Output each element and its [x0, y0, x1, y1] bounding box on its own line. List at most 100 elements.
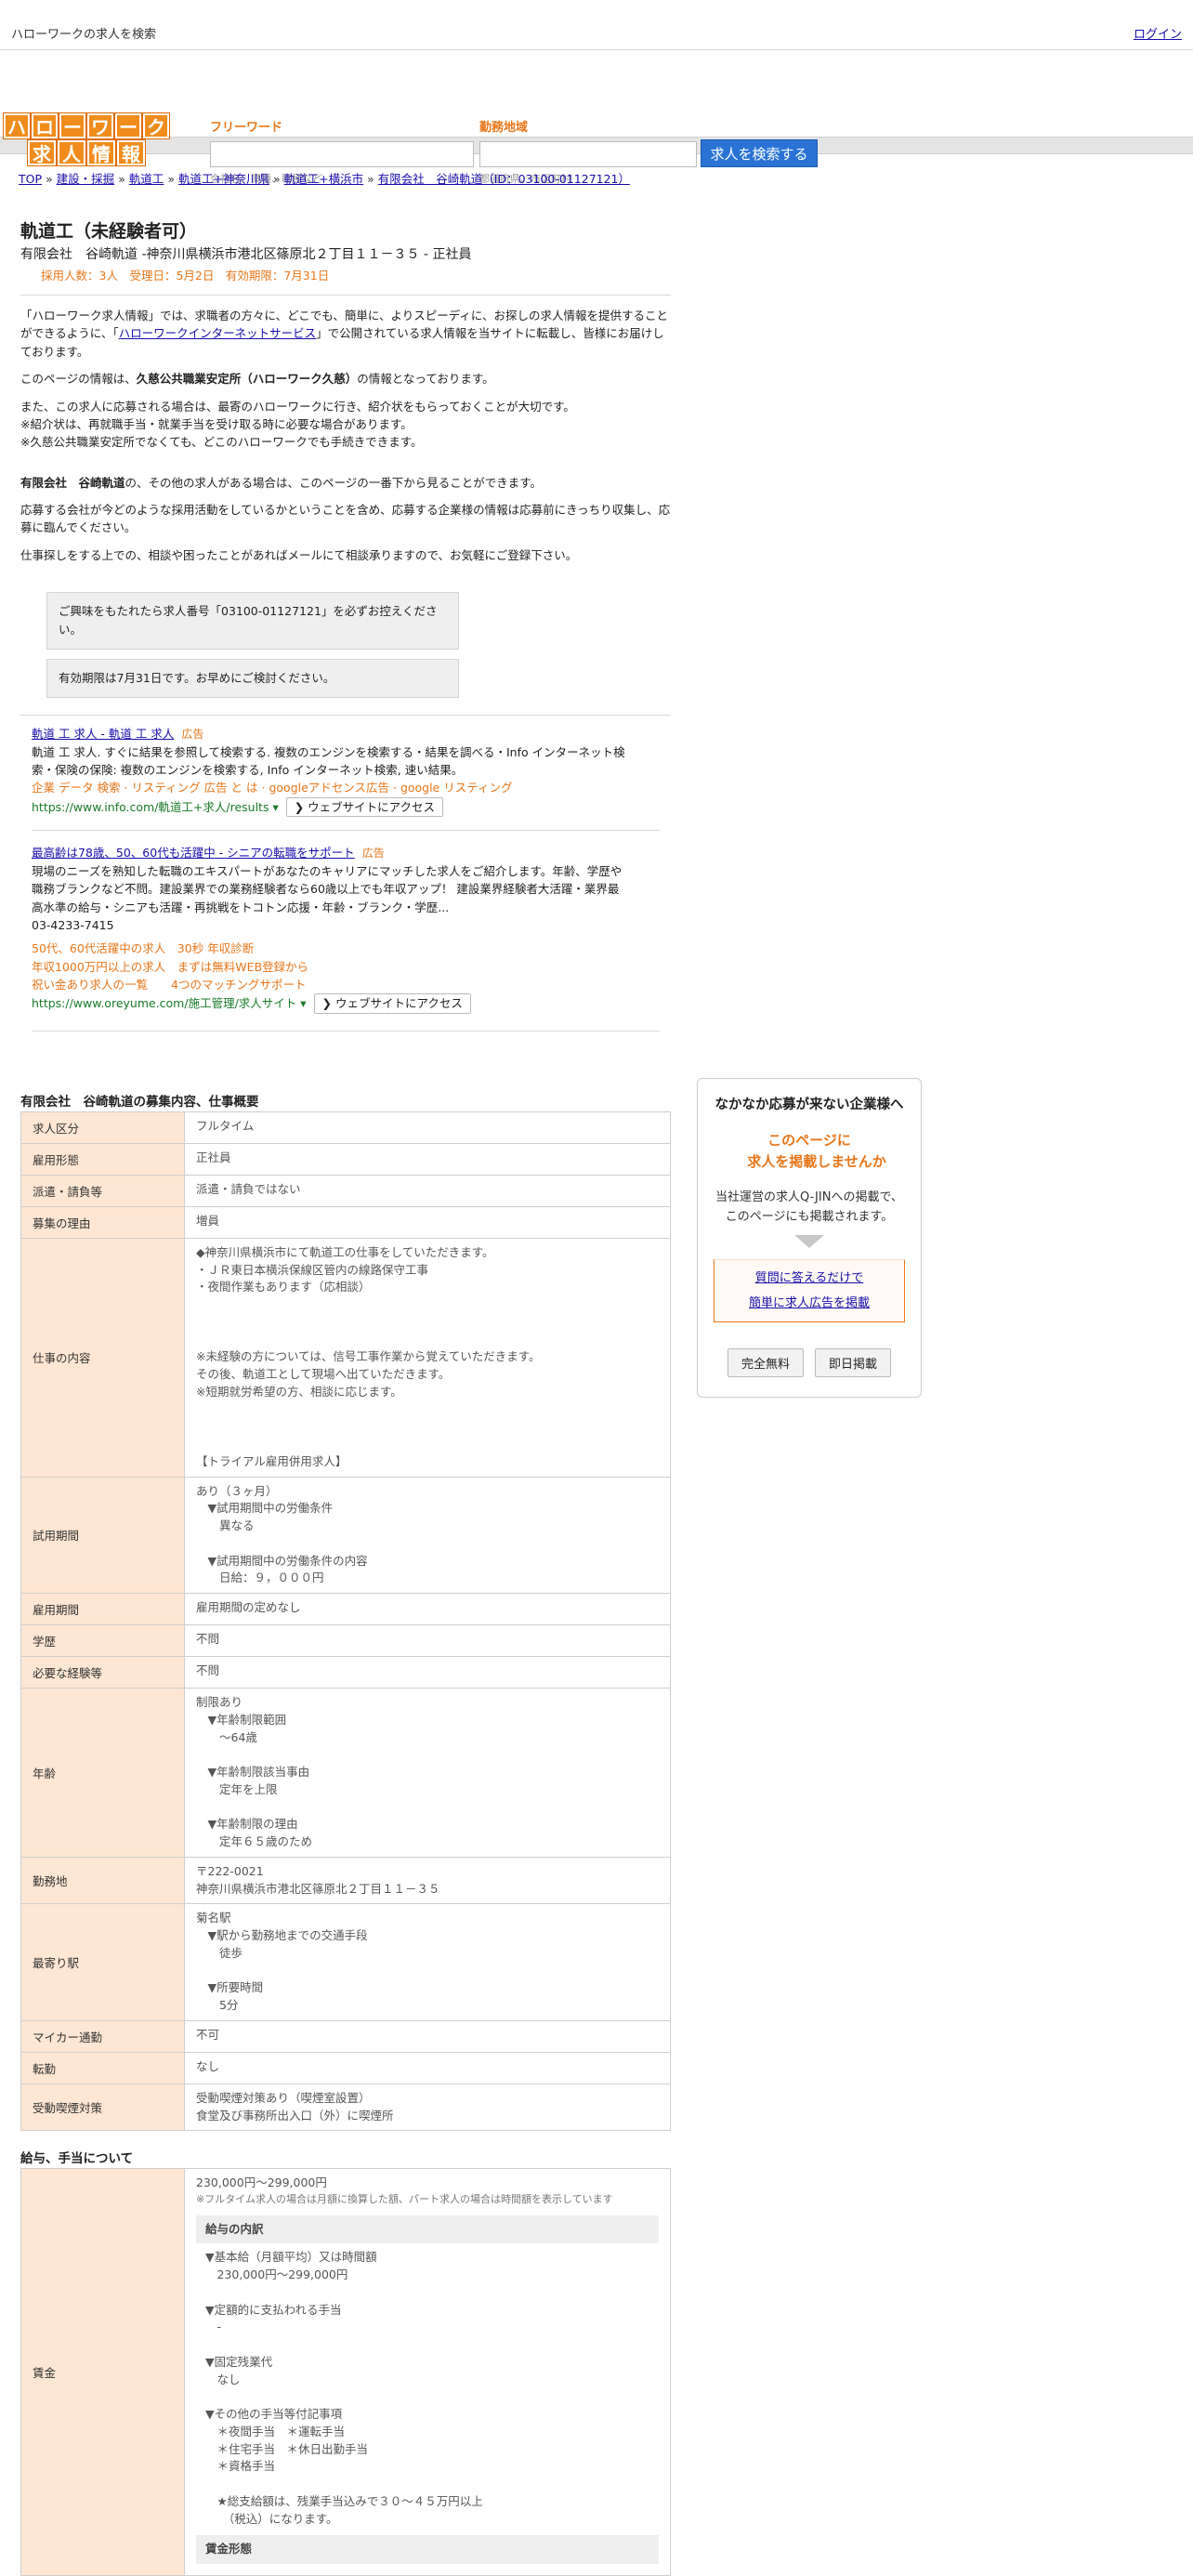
row-value: 不可	[184, 2019, 671, 2053]
table-row: 転勤 なし	[20, 2051, 671, 2084]
free-button[interactable]: 完全無料	[727, 1348, 804, 1378]
overview-table: 求人区分 フルタイム 雇用形態 正社員 派遣・請負等 派遣・請負ではない 募集の理由 増員 仕事…	[20, 1111, 671, 2132]
breadcrumb-prefecture[interactable]: 軌道工+神奈川県	[178, 172, 269, 186]
job-company: 有限会社 谷崎軌道 -神奈川県横浜市港北区篠原北２丁目１１－３５ - 正社員	[20, 247, 472, 262]
overview-heading: 有限会社 谷崎軌道の募集内容、仕事概要	[20, 1094, 259, 1110]
hellowork-logo[interactable]: ハ ロ ー ワ ー ク 求 人 情 報	[3, 112, 170, 167]
table-row: 学歴 不問	[20, 1624, 671, 1658]
divider	[32, 830, 660, 832]
ad-title-link[interactable]: 軌道 工 求人 - 軌道 工 求人	[32, 727, 174, 741]
row-label: 学歴	[20, 1624, 185, 1658]
table-row: 賃金 230,000円〜299,000円 ※フルタイム求人の場合は月額に換算した…	[20, 2168, 671, 2576]
ad-url-dropdown-icon[interactable]: ▾	[269, 800, 278, 814]
ad-visit-button[interactable]: ❯ ウェブサイトにアクセス	[313, 993, 471, 1014]
ad-badge: 広告	[181, 728, 204, 742]
ad-visit-button[interactable]: ❯ ウェブサイトにアクセス	[285, 796, 444, 818]
area-input[interactable]	[479, 141, 697, 167]
row-label: 受動喫煙対策	[20, 2083, 185, 2132]
login-link[interactable]: ログイン	[1134, 24, 1182, 42]
breadcrumb-company[interactable]: 有限会社 谷崎軌道（ID：03100-01127121）	[378, 172, 630, 186]
row-value: あり（３ヶ月） ▼試用期間中の労働条件 異なる ▼試用期間中の労働条件の内容 日…	[184, 1476, 671, 1595]
ad-url-dropdown-icon[interactable]: ▾	[296, 996, 306, 1010]
ad-url[interactable]: https://www.oreyume.com/施工管理/求人サイト	[32, 996, 296, 1010]
ad-badge: 広告	[361, 847, 385, 861]
row-value: 正社員	[184, 1142, 671, 1176]
table-row: マイカー通勤 不可	[20, 2019, 671, 2053]
salary-heading: 給与、手当について	[20, 2151, 134, 2167]
intro-p2: このページの情報は、久慈公共職業安定所（ハローワーク久慈）の情報となっております…	[20, 372, 494, 387]
ad-title-link[interactable]: 最高齢は78歳、50、60代も活躍中 - シニアの転職をサポート	[32, 846, 355, 860]
job-meta: 採用人数：3人 受理日：5月2日 有効期限：7月31日	[41, 269, 330, 283]
salary-form-title: 賃金形態	[196, 2535, 659, 2565]
breadcrumb-category[interactable]: 建設・採掘	[57, 172, 115, 186]
ad-description: 現場のニーズを熟知した転職のエキスパートがあなたのキャリアにマッチした求人をご紹…	[32, 863, 623, 914]
table-row: 派遣・請負等 派遣・請負ではない	[20, 1174, 671, 1207]
row-label: マイカー通勤	[20, 2019, 185, 2053]
salary-breakdown-title: 給与の内訳	[196, 2215, 659, 2244]
arrow-down-icon	[794, 1234, 824, 1248]
ad-sitelink[interactable]: 年収1000万円以上の求人 まずは無料WEB登録から	[32, 958, 626, 976]
row-value: 不問	[184, 1656, 671, 1689]
freeword-label: フリーワード	[210, 121, 283, 135]
salary-range: 230,000円〜299,000円	[196, 2175, 327, 2190]
breadcrumb: TOP» 建設・採掘» 軌道工» 軌道工+神奈川県» 軌道工+横浜市» 有限会社 谷崎軌道…	[19, 172, 631, 186]
breadcrumb-top[interactable]: TOP	[19, 172, 42, 186]
ad-sitelinks[interactable]: 企業 データ 検索 · リスティング 広告 と は · googleアドセンス広…	[32, 779, 626, 796]
advertise-panel: なかなか応募が来ない企業様へ このページに 求人を掲載しませんか 当社運営の求人…	[697, 1078, 922, 1398]
advertise-cta: このページに 求人を掲載しませんか	[747, 1132, 886, 1170]
ad-description: 軌道 工 求人. すぐに結果を参照して検索する. 複数のエンジンを検索する・結果…	[32, 744, 625, 778]
table-row: 雇用期間 雇用期間の定めなし	[20, 1593, 671, 1626]
ad-sitelink[interactable]: 50代、60代活躍中の求人 30秒 年収診断	[32, 940, 626, 957]
table-row: 募集の理由 増員	[20, 1205, 671, 1239]
row-label: 転勤	[20, 2051, 185, 2084]
row-label: 募集の理由	[20, 1205, 185, 1239]
intro-p3: また、この求人に応募される場合は、最寄のハローワークに行き、紹介状をもらっておく…	[20, 399, 575, 450]
row-value: 増員	[184, 1205, 671, 1239]
advertise-buttons: 完全無料 即日掲載	[698, 1348, 921, 1378]
breadcrumb-occupation[interactable]: 軌道工	[129, 172, 164, 186]
table-row: 雇用形態 正社員	[20, 1142, 671, 1176]
row-value: 菊名駅 ▼駅から勤務地までの交通手段 徒歩 ▼所要時間 5分	[184, 1903, 671, 2021]
row-label: 雇用形態	[20, 1142, 185, 1176]
row-label: 仕事の内容	[20, 1237, 185, 1478]
notice-expiry: 有効期限は7月31日です。お早めにご検討ください。	[46, 659, 459, 699]
row-value: なし	[184, 2051, 671, 2084]
salary-note: ※フルタイム求人の場合は月額に換算した額、パート求人の場合は時間額を表示していま…	[196, 2193, 613, 2206]
row-value: 派遣・請負ではない	[184, 1174, 671, 1207]
row-value: 不問	[184, 1624, 671, 1658]
row-label: 勤務地	[20, 1856, 185, 1905]
search-button[interactable]: 求人を検索する	[701, 139, 818, 167]
advertise-link-easy[interactable]: 簡単に求人広告を掲載	[749, 1296, 870, 1310]
row-value: 雇用期間の定めなし	[184, 1593, 671, 1626]
breadcrumb-city[interactable]: 軌道工+横浜市	[284, 172, 363, 186]
ad-block: 最高齢は78歳、50、60代も活躍中 - シニアの転職をサポート 広告 現場のニー…	[32, 844, 626, 1014]
logo-row-2: 求 人 情 報	[4, 139, 169, 166]
ad-sitelink[interactable]: 祝い金あり求人の一覧 4つのマッチングサポート	[32, 976, 626, 993]
salary-label: 賃金	[20, 2168, 185, 2576]
logo-row-1: ハ ロ ー ワ ー ク	[3, 112, 170, 139]
table-row: 年齢 制限あり ▼年齢制限範囲 〜64歳 ▼年齢制限該当事由 定年を上限 ▼年齢制…	[20, 1688, 671, 1858]
intro-p5: 応募する会社が今どのような採用活動をしているかということを含め、応募する企業様の…	[20, 503, 671, 535]
table-row: 求人区分 フルタイム	[20, 1111, 671, 1144]
hellowork-internet-link[interactable]: ハローワークインターネットサービス	[119, 326, 317, 340]
search-header: ハ ロ ー ワ ー ク 求 人 情 報 フリーワード 会社名、業種、職種など 勤…	[0, 50, 1193, 185]
table-row: 試用期間 あり（３ヶ月） ▼試用期間中の労働条件 異なる ▼試用期間中の労働条件の…	[20, 1476, 671, 1595]
ad-url[interactable]: https://www.info.com/軌道工+求人/results	[32, 800, 269, 814]
table-row: 勤務地 〒222-0021 神奈川県横浜市港北区篠原北２丁目１１－３５	[20, 1856, 671, 1905]
intro-p4: 有限会社 谷崎軌道の、その他の求人がある場合は、このページの一番下から見ることが…	[20, 475, 543, 490]
ad-phone[interactable]: 03-4233-7415	[32, 916, 626, 934]
row-value: ◆神奈川県横浜市にて軌道工の仕事をしていただきます。 ・ＪＲ東日本横浜保線区管内…	[184, 1237, 671, 1478]
same-day-button[interactable]: 即日掲載	[815, 1348, 892, 1378]
advertise-link-questions[interactable]: 質問に答えるだけで	[755, 1271, 864, 1285]
table-row: 最寄り駅 菊名駅 ▼駅から勤務地までの交通手段 徒歩 ▼所要時間 5分	[20, 1903, 671, 2021]
freeword-input[interactable]	[210, 141, 474, 167]
salary-breakdown: ▼基本給（月額平均）又は時間額 230,000円〜299,000円 ▼定額的に支…	[205, 2250, 483, 2526]
top-bar: ハローワークの求人を検索 ログイン	[0, 0, 1193, 50]
main-content: 軌道工（未経験者可） 有限会社 谷崎軌道 -神奈川県横浜市港北区篠原北２丁目１１…	[20, 214, 675, 2576]
intro-p1: 「ハローワーク求人情報」では、求職者の方々に、どこでも、簡単に、よりスピーディに…	[20, 309, 669, 359]
area-label: 勤務地域	[479, 121, 529, 135]
row-value: 受動喫煙対策あり（喫煙室設置） 食堂及び事務所出入口（外）に喫煙所	[184, 2083, 671, 2132]
row-label: 年齢	[20, 1688, 185, 1858]
row-label: 最寄り駅	[20, 1903, 185, 2021]
intro-p6: 仕事探しをする上での、相談や困ったことがあればメールにて相談承りますので、お気軽…	[20, 547, 578, 562]
